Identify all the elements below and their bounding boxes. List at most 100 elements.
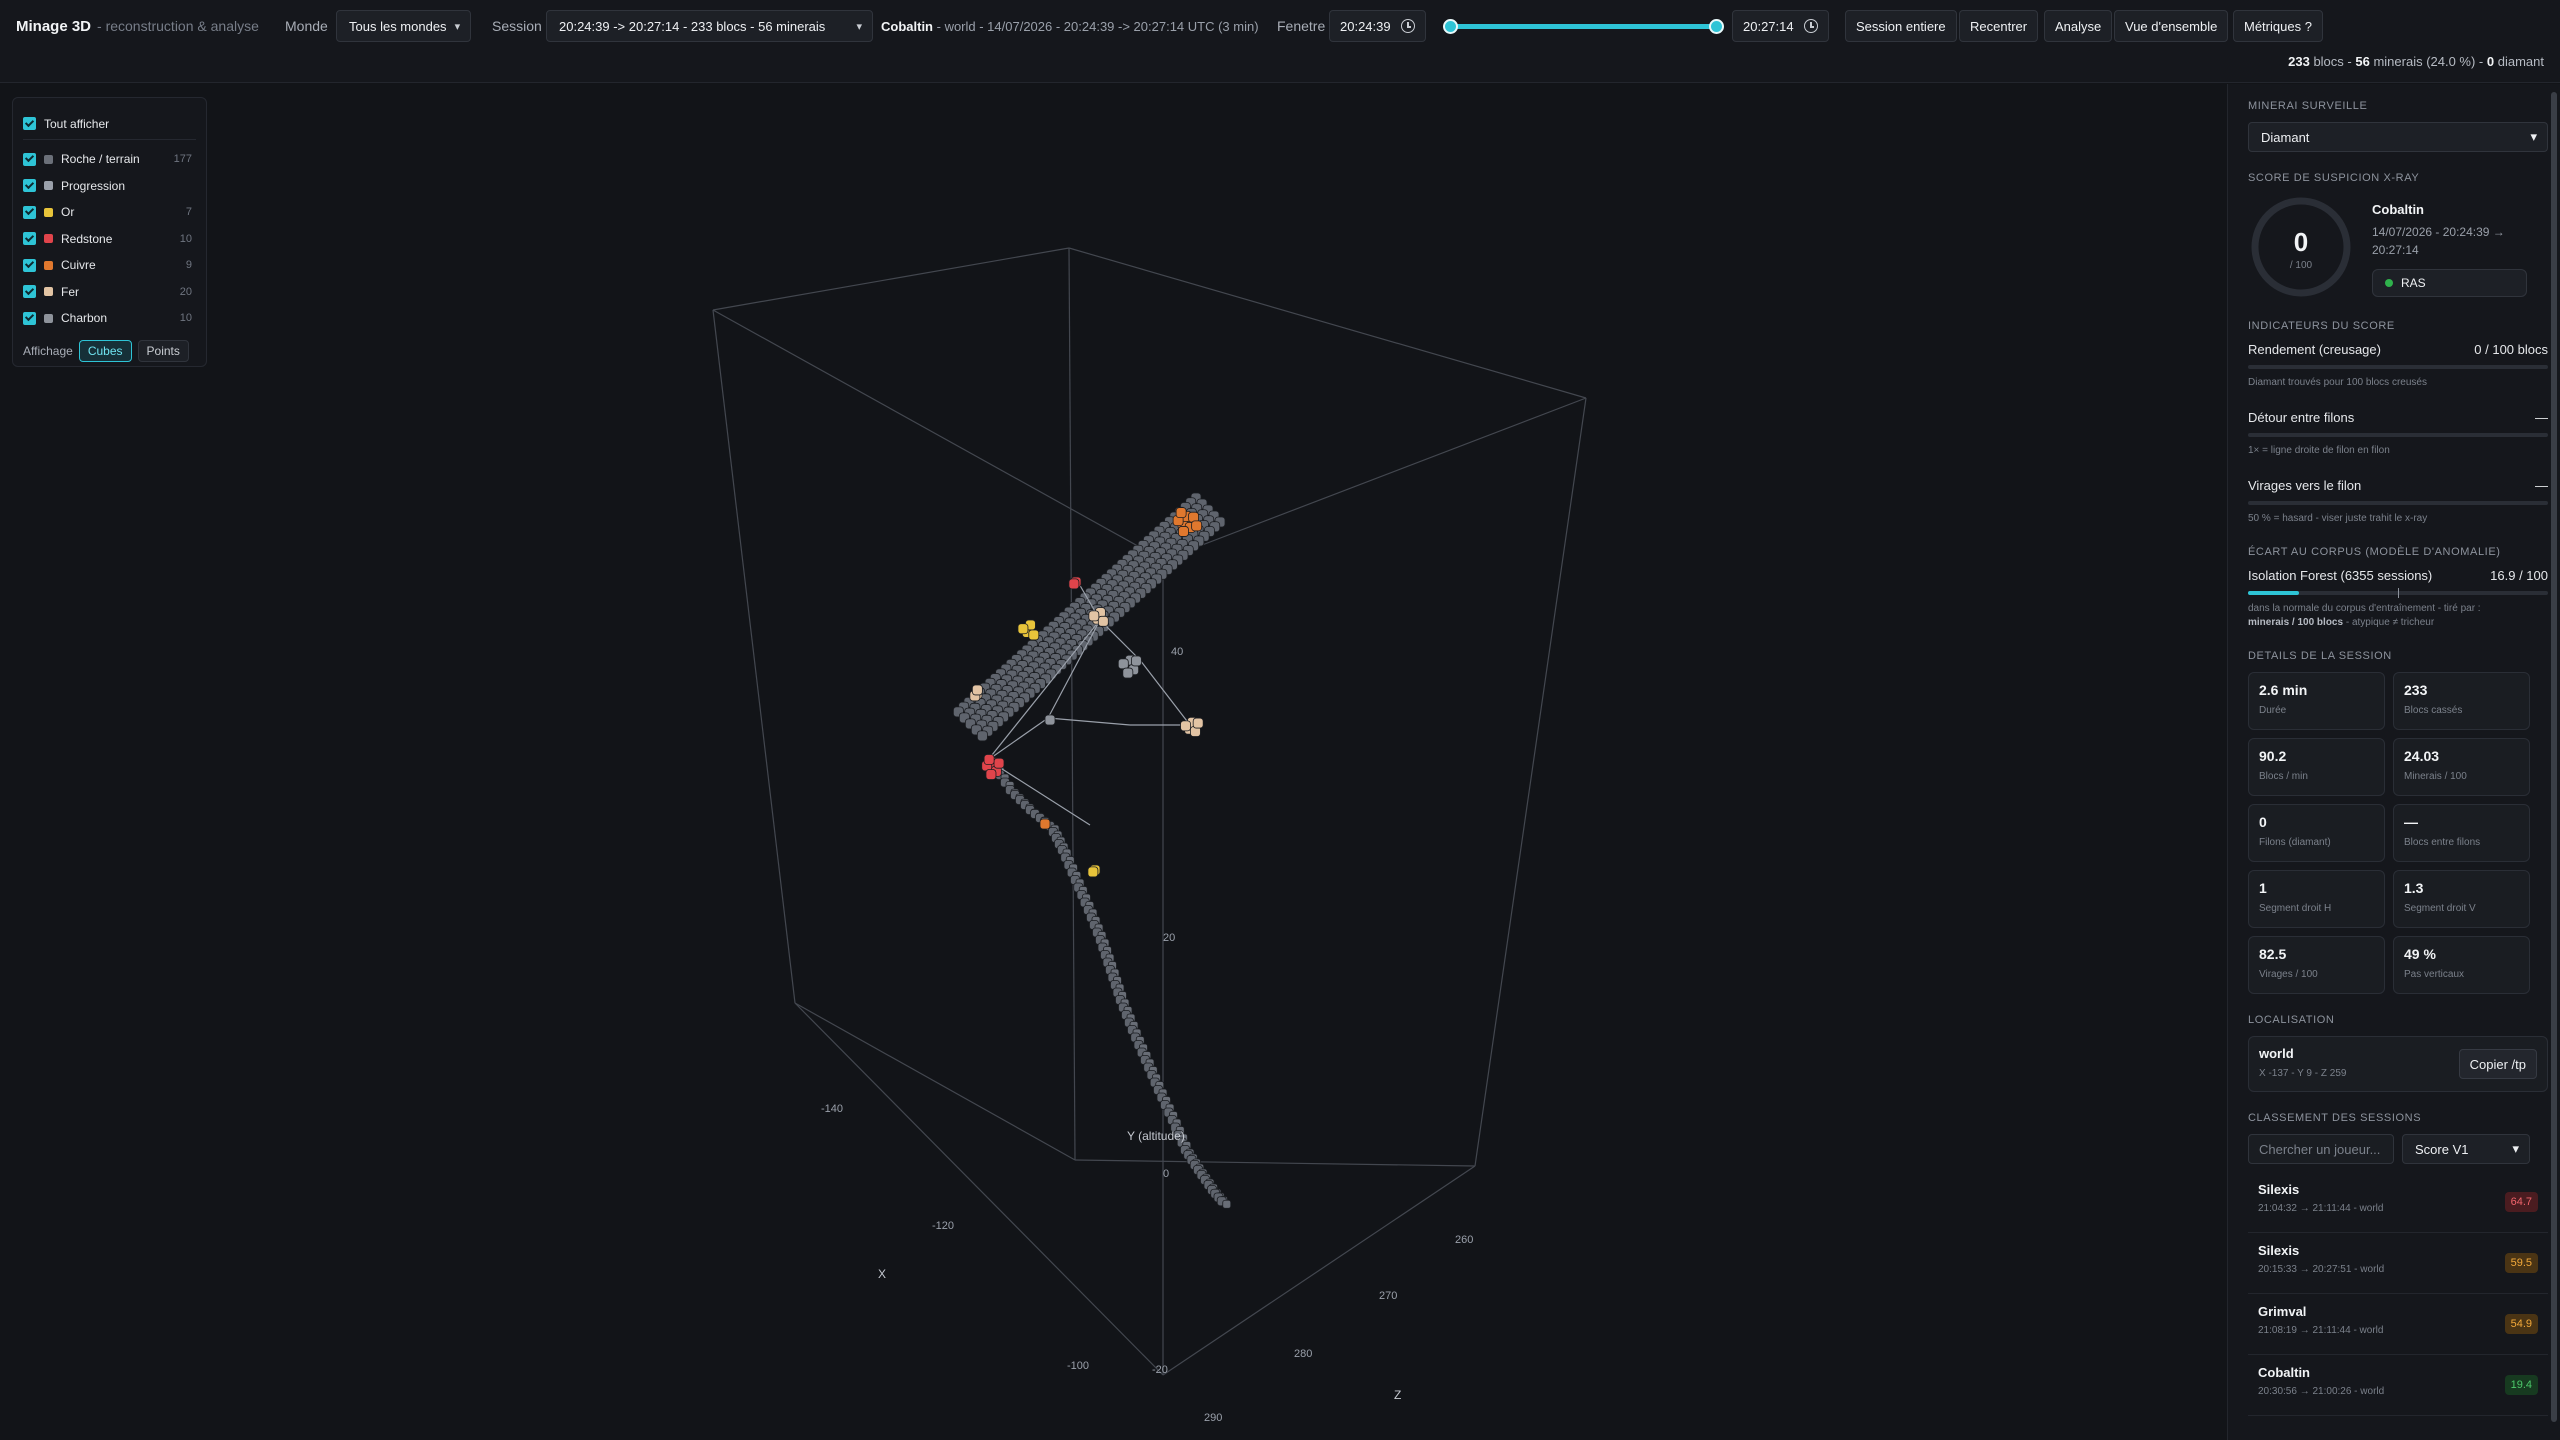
gold-block[interactable] [1087, 866, 1099, 878]
corpus-section-title: ÉCART AU CORPUS (MODÈLE D'ANOMALIE) [2248, 546, 2501, 558]
coal-block[interactable] [1117, 658, 1129, 670]
checkbox-icon[interactable] [23, 311, 36, 325]
recenter-button[interactable]: Recentrer [1959, 10, 2039, 42]
gold-block[interactable] [1017, 623, 1029, 635]
copper-block[interactable] [1039, 818, 1051, 830]
checkbox-icon[interactable] [23, 232, 36, 246]
whole-session-button[interactable]: Session entiere [1845, 10, 1957, 42]
copper-block[interactable] [1175, 507, 1187, 519]
legend-item[interactable]: Progression [23, 173, 196, 200]
iron-block[interactable] [1097, 615, 1109, 627]
detail-card: 1.3 Segment droit V [2393, 870, 2530, 928]
chevron-down-icon: ▾ [856, 20, 862, 33]
checkbox-icon[interactable] [23, 152, 36, 166]
legend-item[interactable]: Charbon 10 [23, 305, 196, 332]
metrics-help-button[interactable]: Métriques ? [2233, 10, 2323, 42]
window-end-handle[interactable] [1709, 19, 1724, 34]
3d-viewport[interactable]: Y (altitude) X Z 40 20 0 -20 -140 -120 -… [0, 84, 2224, 1440]
redstone-block[interactable] [985, 769, 997, 780]
score-player: Cobaltin [2372, 202, 2424, 217]
iron-block[interactable] [1192, 717, 1204, 729]
copper-block[interactable] [1178, 526, 1189, 537]
iron-block[interactable] [1180, 720, 1191, 732]
legend-item[interactable]: Cuivre 9 [23, 252, 196, 279]
legend-item[interactable]: Fer 20 [23, 279, 196, 306]
redstone-block[interactable] [1068, 578, 1080, 590]
world-select-value: Tous les mondes [349, 18, 447, 34]
y-axis-label: Y (altitude) [1127, 1129, 1185, 1143]
panel-scrollbar[interactable] [2550, 84, 2558, 1440]
coal-block[interactable] [1044, 714, 1056, 726]
window-range-fill [1449, 24, 1717, 29]
window-start-handle[interactable] [1443, 19, 1458, 34]
bounding-box-edge [1068, 247, 1587, 399]
window-end-input[interactable]: 20:27:14 [1732, 10, 1829, 42]
indicator: Rendement (creusage) 0 / 100 blocs Diamant… [2248, 342, 2548, 390]
bounding-box-edge [794, 1002, 1076, 1161]
checkbox-icon[interactable] [23, 258, 36, 272]
window-range-slider[interactable] [1443, 19, 1724, 34]
copper-block[interactable] [1191, 520, 1203, 532]
legend-item-count: 177 [173, 153, 192, 166]
session-select-value: 20:24:39 -> 20:27:14 - 233 blocs - 56 mi… [559, 18, 826, 34]
ranking-sort-select[interactable]: Score V1 ▾ [2402, 1134, 2530, 1164]
indicator-help: 1× = ligne droite de filon en filon [2248, 445, 2390, 456]
checkbox-icon[interactable] [23, 205, 36, 219]
indicators-section-title: INDICATEURS DU SCORE [2248, 320, 2395, 332]
indicator-label: Rendement (creusage) [2248, 342, 2381, 357]
ranking-item[interactable]: Silexis 21:04:32 → 21:11:44 - world 64.7 [2248, 1172, 2548, 1233]
window-label: Fenetre [1277, 18, 1326, 34]
show-all-toggle[interactable]: Tout afficher [23, 108, 196, 140]
rock-block[interactable] [1222, 1199, 1232, 1209]
redstone-block[interactable] [983, 754, 995, 765]
coal-block[interactable] [1122, 667, 1134, 679]
legend-item-label: Cuivre [61, 258, 96, 273]
detail-label: Pas verticaux [2404, 969, 2465, 980]
progression-line [1139, 659, 1191, 726]
window-start-input[interactable]: 20:24:39 [1329, 10, 1426, 42]
detail-card: 0 Filons (diamant) [2248, 804, 2385, 862]
redstone-block[interactable] [993, 757, 1005, 769]
mode-points-button[interactable]: Points [137, 339, 189, 362]
copy-tp-button[interactable]: Copier /tp [2458, 1049, 2537, 1079]
color-swatch-icon [44, 287, 53, 297]
iron-block[interactable] [971, 684, 983, 696]
panel-scrollbar-thumb[interactable] [2551, 92, 2557, 1422]
ore-select-value: Diamant [2261, 129, 2310, 145]
session-label: Session [492, 18, 542, 34]
3d-scene[interactable] [0, 84, 2224, 1440]
ranking-score-badge: 19.4 [2504, 1375, 2538, 1395]
coal-block[interactable] [1131, 655, 1142, 667]
gold-block[interactable] [1028, 629, 1040, 641]
ranking-item[interactable]: Cobaltin 20:30:56 → 21:00:26 - world 19.4 [2248, 1355, 2548, 1416]
checkbox-icon[interactable] [23, 285, 36, 299]
ranking-item[interactable]: Grimval 21:08:19 → 21:11:44 - world 54.9 [2248, 1294, 2548, 1355]
mode-cubes-button[interactable]: Cubes [78, 339, 132, 362]
bounding-box-edge [712, 309, 796, 1004]
overview-button[interactable]: Vue d'ensemble [2114, 10, 2229, 42]
status-dot-icon [2385, 279, 2393, 287]
iron-block[interactable] [1088, 610, 1100, 622]
checkbox-icon[interactable] [23, 117, 36, 130]
detail-label: Blocs cassés [2404, 705, 2463, 716]
checkbox-icon[interactable] [23, 179, 36, 193]
ranking-item[interactable]: Silexis 20:15:33 → 20:27:51 - world 59.5 [2248, 1233, 2548, 1294]
detail-card: 82.5 Virages / 100 [2248, 936, 2385, 994]
color-swatch-icon [44, 234, 53, 244]
session-select[interactable]: 20:24:39 -> 20:27:14 - 233 blocs - 56 mi… [546, 10, 873, 42]
layer-legend: Tout afficher Roche / terrain 177 Progress… [12, 97, 207, 367]
color-swatch-icon [44, 181, 53, 191]
legend-item[interactable]: Redstone 10 [23, 226, 196, 253]
world-select[interactable]: Tous les mondes ▾ [336, 10, 471, 42]
corpus-value: 16.9 / 100 [2490, 568, 2548, 583]
app-branding: Minage 3D - reconstruction & analyse [16, 0, 259, 52]
chevron-down-icon: ▾ [2530, 129, 2537, 144]
show-all-label: Tout afficher [44, 116, 110, 131]
legend-item[interactable]: Roche / terrain 177 [23, 146, 196, 173]
rock-block[interactable] [977, 730, 988, 742]
ore-select[interactable]: Diamant ▾ [2248, 122, 2548, 152]
legend-item[interactable]: Or 7 [23, 199, 196, 226]
detail-value: 2.6 min [2259, 682, 2308, 698]
analysis-button[interactable]: Analyse [2044, 10, 2113, 42]
player-search-input[interactable] [2248, 1134, 2394, 1164]
